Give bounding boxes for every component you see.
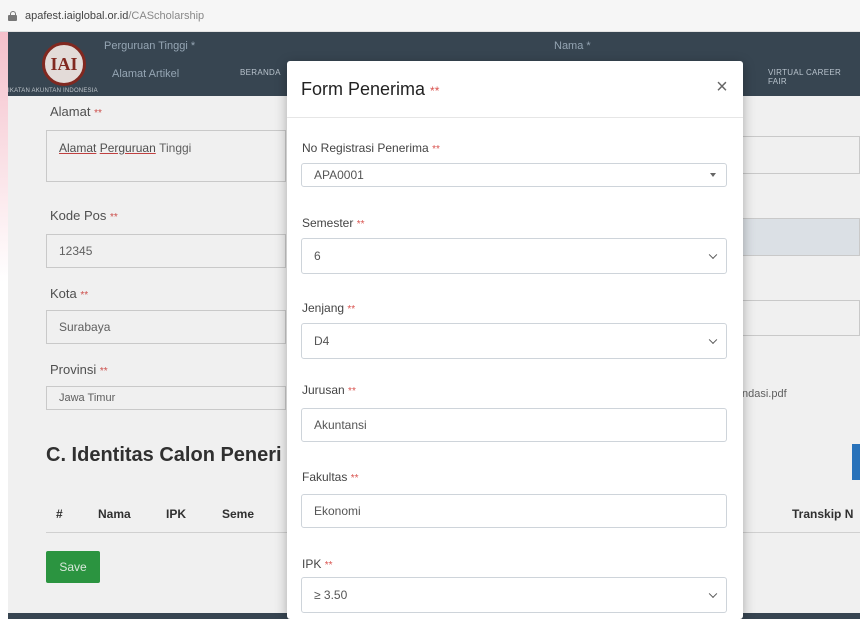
semester-label: Semester ** — [302, 216, 365, 230]
url-text[interactable]: apafest.iaiglobal.or.id/CAScholarship — [25, 10, 204, 22]
browser-address-bar[interactable]: apafest.iaiglobal.or.id/CAScholarship — [0, 0, 860, 32]
fakultas-label: Fakultas ** — [302, 470, 359, 484]
lock-icon — [8, 10, 17, 21]
no-registrasi-select[interactable]: APA0001 — [301, 163, 727, 187]
ipk-select[interactable]: ≥ 3.50 — [301, 577, 727, 613]
chevron-down-icon — [708, 335, 718, 345]
semester-select[interactable]: 6 — [301, 238, 727, 274]
jenjang-select[interactable]: D4 — [301, 323, 727, 359]
ipk-label: IPK ** — [302, 557, 333, 571]
chevron-down-icon — [708, 250, 718, 260]
no-registrasi-label: No Registrasi Penerima ** — [302, 141, 440, 155]
caret-down-icon — [710, 173, 716, 177]
jenjang-label: Jenjang ** — [302, 301, 356, 315]
form-penerima-modal: Form Penerima ** × No Registrasi Penerim… — [287, 61, 743, 619]
modal-title: Form Penerima ** — [301, 79, 440, 99]
chevron-down-icon — [708, 589, 718, 599]
modal-header: Form Penerima ** × — [287, 61, 743, 118]
close-icon[interactable]: × — [712, 77, 732, 97]
fakultas-input[interactable]: Ekonomi — [301, 494, 727, 528]
jurusan-input[interactable]: Akuntansi — [301, 408, 727, 442]
jurusan-label: Jurusan ** — [302, 383, 356, 397]
